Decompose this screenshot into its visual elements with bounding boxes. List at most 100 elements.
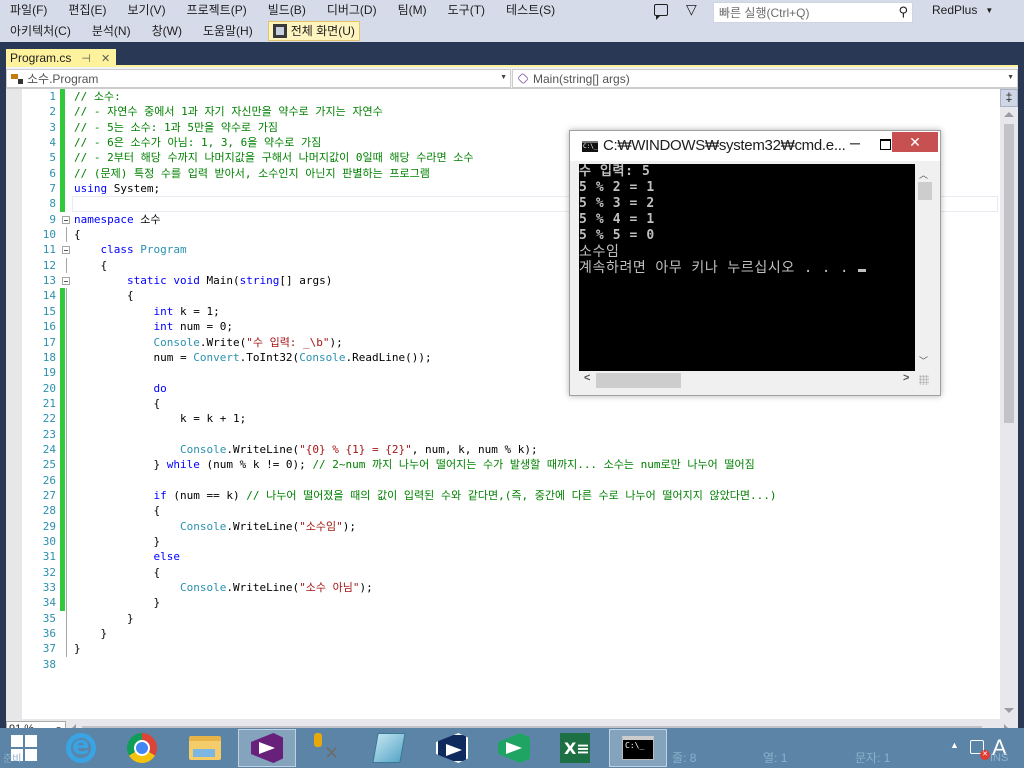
pin-icon[interactable]: ⊣ [81,52,91,65]
console-vertical-scroll-thumb[interactable] [918,182,932,200]
code-text: static void Main(string[] args) [74,273,332,288]
taskbar-internet-explorer[interactable] [52,729,110,767]
taskbar-visual-studio-2[interactable] [423,729,481,767]
outline-guide [66,380,67,396]
menu-item[interactable]: 아키텍처(C) [4,21,77,41]
code-line[interactable]: 26 [22,472,998,488]
code-text: int num = 0; [74,319,232,334]
menu-item[interactable]: 도움말(H) [197,21,259,41]
scroll-right-icon[interactable]: > [903,372,909,384]
code-token: Program [140,243,187,257]
taskbar-visual-studio-3[interactable] [485,729,543,767]
console-vertical-scrollbar[interactable]: ︿ ﹀ [915,164,933,371]
user-account-menu[interactable]: RedPlus ▼ [932,3,993,17]
menu-item[interactable]: 디버그(D) [321,0,383,20]
taskbar-chrome[interactable] [113,729,171,767]
search-icon[interactable]: ⚲ [898,4,908,20]
show-hidden-icons[interactable]: ▲ [950,740,959,750]
code-token: .Write( [199,335,247,349]
console-window[interactable]: C:\_ C:₩WINDOWS₩system32₩cmd.e... ─ ✕ 수 … [569,130,941,396]
code-line[interactable]: 27 if (num == k) // 나누어 떨어졌을 때의 값이 입력된 수… [22,487,998,504]
taskbar-visual-studio[interactable] [238,729,296,767]
scroll-down-icon[interactable]: ﹀ [919,354,928,367]
code-line[interactable]: 23 [22,426,998,442]
code-line[interactable]: 25 } while (num % k != 0); // 2~num 까지 나… [22,457,998,473]
code-text: { [74,258,107,273]
visual-studio-green-icon [498,733,530,763]
vertical-scroll-thumb[interactable] [1004,124,1014,423]
code-token: .ReadLine()); [345,350,432,364]
code-line[interactable]: 29 Console.WriteLine("소수임"); [22,518,998,534]
menu-item[interactable]: 분석(N) [86,21,137,41]
menu-item[interactable]: 도구(T) [442,0,491,20]
scroll-up-icon[interactable]: ︿ [919,168,928,181]
collapse-icon[interactable] [62,215,70,224]
collapse-icon[interactable] [62,246,70,255]
console-horizontal-scroll-thumb[interactable] [596,373,681,388]
close-icon[interactable]: ✕ [101,52,110,65]
taskbar-notepad[interactable] [360,729,418,767]
change-indicator [60,119,65,136]
outline-guide [66,595,67,611]
code-line[interactable]: 21 { [22,395,998,412]
network-disconnected-icon[interactable] [970,740,990,760]
menu-item-fullscreen[interactable]: 전체 화면(U) [267,21,360,41]
scroll-down-icon[interactable] [1004,708,1014,713]
code-line[interactable]: 31 else [22,549,998,565]
scroll-left-icon[interactable]: < [584,372,590,384]
code-line[interactable]: 24 Console.WriteLine("{0} % {1} = {2}", … [22,441,998,458]
excel-icon: X≡ [560,733,590,763]
outline-guide [66,626,67,642]
resize-grip-icon[interactable] [919,375,929,385]
code-line[interactable]: 30 } [22,533,998,550]
console-output[interactable]: 수 입력: 55 % 2 = 15 % 3 = 25 % 4 = 15 % 5 … [579,164,915,371]
user-name: RedPlus [932,3,978,17]
taskbar-db-tools[interactable] [298,729,356,767]
code-line[interactable]: 22 k = k + 1; [22,411,998,427]
menu-item[interactable]: 편집(E) [62,0,112,20]
menu-item[interactable]: 파일(F) [4,0,53,20]
quick-launch-input[interactable]: 빠른 실행(Ctrl+Q) ⚲ [713,2,913,23]
cmd-icon: C:\_ [582,141,598,152]
outline-guide [66,518,67,534]
menu-item[interactable]: 보기(V) [121,0,171,20]
feedback-icon[interactable] [654,4,668,20]
console-horizontal-scrollbar[interactable]: < > [579,371,915,388]
notification-filter-icon[interactable]: ▽ [686,1,697,18]
code-line[interactable]: 2 // - 자연수 중에서 1과 자기 자신만을 약수로 가지는 자연수 [22,104,998,120]
minimize-button[interactable]: ─ [840,135,870,155]
taskbar-file-explorer[interactable] [176,729,234,767]
code-token: , num, k, num % k); [411,442,538,456]
code-text: // - 6은 소수가 아님: 1, 3, 6을 약수로 가짐 [74,135,321,150]
scroll-up-icon[interactable] [1004,112,1014,117]
status-insert-mode: INS [990,752,1009,764]
code-line[interactable]: 35 } [22,610,998,627]
code-line[interactable]: 32 { [22,564,998,580]
vertical-scrollbar[interactable]: ‡ [1000,89,1018,719]
close-button[interactable]: ✕ [892,132,938,152]
code-line[interactable]: 36 } [22,626,998,642]
code-line[interactable]: 34 } [22,595,998,611]
code-line[interactable]: 1 // 소수: [22,89,998,105]
menu-item[interactable]: 창(W) [146,21,188,41]
class-dropdown[interactable]: 소수.Program ▼ [6,69,511,88]
taskbar-excel[interactable]: X≡ [546,729,604,767]
split-window-button[interactable]: ‡ [1000,89,1018,107]
menu-item[interactable]: 프로젝트(P) [181,0,253,20]
member-dropdown[interactable]: Main(string[] args) ▼ [512,69,1018,88]
menu-item[interactable]: 팀(M) [392,0,433,20]
code-line[interactable]: 28 { [22,503,998,519]
code-line[interactable]: 37} [22,641,998,657]
code-line[interactable]: 38 [22,657,998,672]
notepad-icon [372,733,406,763]
change-indicator [60,580,65,596]
console-titlebar[interactable]: C:\_ C:₩WINDOWS₩system32₩cmd.e... ─ ✕ [570,131,940,161]
code-line[interactable]: 33 Console.WriteLine("소수 아님"); [22,580,998,596]
taskbar-command-prompt[interactable]: C:\_ [609,729,667,767]
menu-item[interactable]: 테스트(S) [500,0,561,20]
menu-item[interactable]: 빌드(B) [262,0,312,20]
collapse-icon[interactable] [62,277,70,286]
change-indicator [60,150,65,166]
